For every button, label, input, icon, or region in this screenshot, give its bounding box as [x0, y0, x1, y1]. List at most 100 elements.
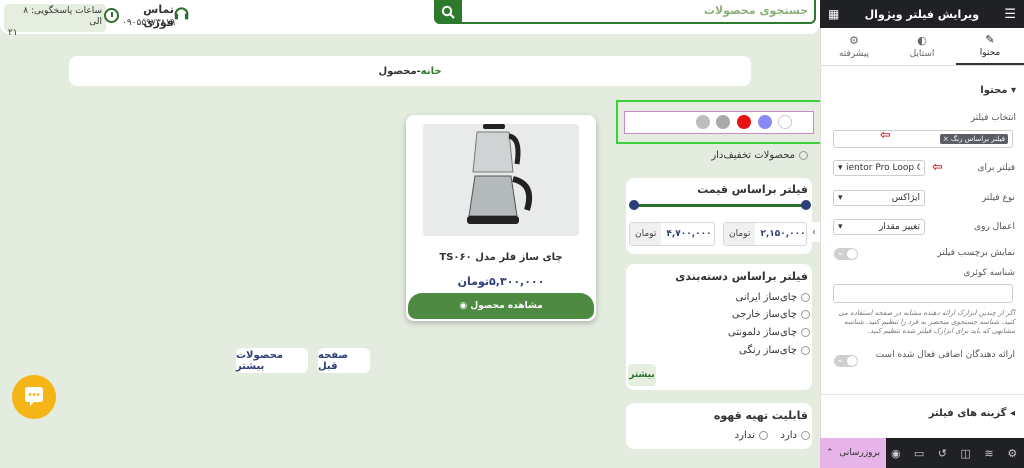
price-slider-max-handle[interactable]	[629, 200, 639, 210]
headset-icon	[174, 7, 189, 20]
query-id-label: شناسه کوئری	[963, 268, 1015, 278]
tab-content[interactable]: ✎ محتوا	[956, 28, 1024, 65]
discount-radio[interactable]	[799, 150, 808, 160]
filter-for-select[interactable]: ▾ ientor Pro Loop Grid	[833, 160, 925, 176]
view-product-button[interactable]: مشاهده محصول ◉	[408, 293, 594, 319]
chevron-up-icon[interactable]: ⌃	[826, 448, 834, 458]
search-icon	[441, 5, 455, 19]
coffee-options: دارد ندارد	[700, 430, 810, 441]
show-label-label: نمایش برچسب فیلتر	[937, 248, 1015, 258]
contact-phone[interactable]: ۰۹۰۵۵۹۷۳۸۱۹	[122, 18, 175, 28]
coffee-no-radio[interactable]	[758, 430, 768, 440]
product-price: ۵,۳۰۰,۰۰۰تومان	[457, 275, 545, 288]
eye-icon: ◉	[459, 301, 468, 311]
apps-grid-icon[interactable]: ▦	[828, 7, 839, 21]
settings-icon[interactable]: ⚙	[1001, 447, 1024, 460]
view-product-label: مشاهده محصول	[470, 301, 543, 311]
category-item[interactable]: چای‌ساز رنگی	[700, 345, 810, 356]
hamburger-menu-icon[interactable]: ☰	[1004, 7, 1016, 22]
discount-filter[interactable]: محصولات تخفیف‌دار	[626, 146, 812, 168]
color-swatch-lightgray[interactable]	[696, 115, 710, 129]
caret-left-icon: ◂	[1006, 408, 1015, 419]
select-filter-field[interactable]: × فیلتر براساس رنگ	[833, 130, 1013, 148]
history-icon[interactable]: ↺	[931, 447, 954, 460]
search-button[interactable]	[434, 0, 462, 24]
working-hours-box: ساعات پاسخگویی: ۸ الی ۲۱	[4, 4, 106, 38]
category-item[interactable]: چای‌ساز ایرانی	[700, 292, 810, 303]
selected-filter-tag[interactable]: × فیلتر براساس رنگ	[939, 134, 1008, 144]
price-max-field[interactable]: تومان ۴,۷۰۰,۰۰۰	[629, 222, 715, 246]
responsive-icon[interactable]: ▭	[907, 447, 930, 460]
prev-page-button[interactable]: صفحه قبل	[318, 348, 370, 373]
category-item[interactable]: چای‌ساز خارجی	[700, 309, 810, 320]
filter-for-value: ientor Pro Loop Grid	[846, 163, 920, 173]
price-min-unit: تومان	[724, 223, 756, 245]
category-radio[interactable]	[801, 309, 810, 319]
coffee-filter-title: قابلیت تهیه قهوه	[713, 409, 808, 422]
more-categories-button[interactable]: بیشتر	[628, 364, 656, 386]
color-swatch-white[interactable]	[778, 115, 792, 129]
query-id-input[interactable]	[833, 284, 1013, 303]
coffee-yes-label: دارد	[780, 430, 797, 441]
category-label: چای‌ساز دلمونتی	[727, 327, 797, 338]
chevron-down-icon: ▾	[838, 163, 843, 173]
category-label: چای‌ساز ایرانی	[735, 292, 797, 303]
tab-advanced[interactable]: ⚙ پیشرفته	[820, 28, 888, 65]
tab-style[interactable]: ◐ استایل	[888, 28, 956, 65]
category-radio[interactable]	[801, 345, 810, 355]
coffee-yes-radio[interactable]	[801, 430, 810, 440]
breadcrumb-home-link[interactable]: خانه	[421, 66, 442, 77]
chevron-left-icon[interactable]: ‹	[808, 222, 820, 242]
filter-for-label: فیلتر برای	[977, 163, 1015, 173]
red-arrow-icon: ⇦	[880, 128, 891, 143]
filter-type-label: نوع فیلتر	[981, 193, 1015, 203]
chevron-down-icon: ▾	[838, 222, 843, 232]
update-button[interactable]: بروزرسانی ⌃	[820, 438, 886, 468]
layers-icon[interactable]: ≋	[977, 447, 1000, 460]
select-filter-label: انتخاب فیلتر	[970, 113, 1016, 123]
tab-content-label: محتوا	[979, 48, 1001, 58]
section-divider	[820, 394, 1024, 395]
category-item[interactable]: چای‌ساز دلمونتی	[700, 327, 810, 338]
pencil-icon: ✎	[985, 33, 995, 46]
navigator-icon[interactable]: ◫	[954, 447, 977, 460]
product-image[interactable]	[423, 124, 579, 236]
product-name[interactable]: چای ساز فلر مدل TS۰۶۰	[408, 252, 594, 263]
page-canvas: ساعات پاسخگویی: ۸ الی ۲۱ تماس فوری ۰۹۰۵۵…	[0, 0, 820, 468]
color-swatch-red[interactable]	[737, 115, 751, 129]
category-radio[interactable]	[801, 292, 810, 302]
clock-icon	[104, 8, 119, 23]
category-label: چای‌ساز رنگی	[739, 345, 797, 356]
category-radio[interactable]	[801, 327, 810, 337]
category-filter-title: فیلتر براساس دسته‌بندی	[675, 270, 808, 283]
price-max-value: ۴,۷۰۰,۰۰۰	[666, 229, 712, 239]
editor-tabs: ✎ محتوا ◐ استایل ⚙ پیشرفته	[820, 28, 1024, 66]
query-id-help: اگر از چندین ابزارک ارائه دهنده مشابه در…	[838, 309, 1015, 335]
search-input[interactable]: جستجوی محصولات	[470, 4, 808, 17]
extra-providers-toggle[interactable]: نه	[834, 355, 858, 367]
filter-options-title: گزینه های فیلتر	[928, 408, 1007, 419]
price-slider-min-handle[interactable]	[801, 200, 811, 210]
update-button-label: بروزرسانی	[839, 448, 880, 458]
more-products-button[interactable]: محصولات بیشتر	[236, 348, 308, 373]
editor-header: ▦ ویرایش فیلتر ویژوال ☰	[820, 0, 1024, 28]
apply-on-select[interactable]: تغییر مقدار ▾	[833, 219, 925, 235]
red-arrow-icon: ⇦	[932, 160, 943, 175]
editor-title: ویرایش فیلتر ویژوال	[864, 7, 980, 21]
show-label-toggle[interactable]: نه	[834, 248, 858, 260]
apply-on-value: تغییر مقدار	[878, 222, 920, 232]
price-max-unit: تومان	[630, 223, 662, 245]
filter-options-section[interactable]: ◂ گزینه های فیلتر	[900, 408, 1015, 419]
working-hours-end: ۲۱	[8, 28, 18, 38]
price-slider-track[interactable]	[634, 204, 804, 207]
contrast-icon: ◐	[917, 34, 927, 47]
coffee-no-label: ندارد	[734, 430, 755, 441]
eye-icon[interactable]: ◉	[884, 447, 907, 460]
chat-button[interactable]	[12, 375, 56, 419]
color-swatch-purple[interactable]	[758, 115, 772, 129]
chat-icon	[25, 387, 43, 406]
filter-type-select[interactable]: ایژاکس ▾	[833, 190, 925, 206]
content-section-header[interactable]: ▾ محتوا	[900, 85, 1016, 96]
color-swatch-gray[interactable]	[716, 115, 730, 129]
price-min-field[interactable]: تومان ۲,۱۵۰,۰۰۰	[723, 222, 807, 246]
